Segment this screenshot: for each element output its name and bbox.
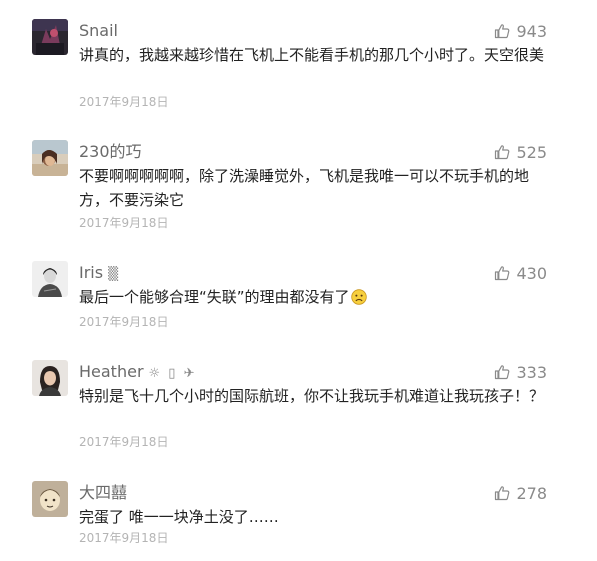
- avatar[interactable]: [32, 140, 68, 176]
- like-count: 525: [516, 142, 547, 162]
- avatar-dark-photo-icon: [32, 19, 68, 55]
- comment-text: 讲真的，我越来越珍惜在飞机上不能看手机的那几个小时了。天空很美: [79, 46, 545, 64]
- comment-text: 完蛋了 唯一一块净土没了……: [79, 508, 279, 526]
- like-count: 278: [516, 483, 547, 503]
- username[interactable]: 大四囍: [79, 483, 127, 503]
- username-text[interactable]: Iris: [79, 263, 103, 282]
- like-button[interactable]: 278: [494, 483, 547, 503]
- thumbs-up-icon: [495, 266, 510, 281]
- comment-date: 2017年9月18日: [79, 95, 169, 109]
- username[interactable]: Heather ☼ ▯ ✈: [79, 362, 196, 384]
- thumbs-up-icon: [495, 145, 510, 160]
- comment-date: 2017年9月18日: [79, 315, 169, 329]
- avatar-cartoon-photo-icon: [32, 481, 68, 517]
- like-button[interactable]: 943: [494, 21, 547, 41]
- avatar[interactable]: [32, 19, 68, 55]
- thumbs-up-icon: [495, 365, 510, 380]
- comment-date: 2017年9月18日: [79, 531, 169, 545]
- avatar-beach-photo-icon: [32, 140, 68, 176]
- username[interactable]: 230的巧: [79, 142, 142, 162]
- username-text[interactable]: 230的巧: [79, 142, 142, 161]
- like-count: 943: [516, 21, 547, 41]
- like-button[interactable]: 525: [494, 142, 547, 162]
- username[interactable]: Snail: [79, 21, 118, 41]
- username-suffix: ▒: [108, 267, 121, 282]
- comment-text: 特别是飞十几个小时的国际航班，你不让我玩手机难道让我玩孩子！？: [79, 387, 545, 405]
- username[interactable]: Iris ▒: [79, 263, 120, 285]
- thumbs-up-icon: [495, 486, 510, 501]
- comment-text-body: 最后一个能够合理“失联”的理由都没有了: [79, 288, 350, 306]
- username-suffix: ☼ ▯ ✈: [148, 366, 197, 381]
- like-button[interactable]: 333: [494, 362, 547, 382]
- sad-face-icon: [350, 289, 367, 305]
- avatar-portrait-photo-icon: [32, 360, 68, 396]
- like-count: 333: [516, 362, 547, 382]
- comment-text: 不要啊啊啊啊啊，除了洗澡睡觉外，飞机是我唯一可以不玩手机的地方，不要污染它: [79, 167, 530, 209]
- username-text[interactable]: 大四囍: [79, 483, 127, 502]
- thumbs-up-icon: [495, 24, 510, 39]
- comment-date: 2017年9月18日: [79, 435, 169, 449]
- username-text[interactable]: Snail: [79, 21, 118, 40]
- avatar-sketch-photo-icon: [32, 261, 68, 297]
- like-button[interactable]: 430: [494, 263, 547, 283]
- avatar[interactable]: [32, 261, 68, 297]
- comment-text: 最后一个能够合理“失联”的理由都没有了: [79, 285, 557, 309]
- avatar[interactable]: [32, 481, 68, 517]
- comment-date: 2017年9月18日: [79, 216, 169, 230]
- username-text[interactable]: Heather: [79, 362, 144, 381]
- avatar[interactable]: [32, 360, 68, 396]
- like-count: 430: [516, 263, 547, 283]
